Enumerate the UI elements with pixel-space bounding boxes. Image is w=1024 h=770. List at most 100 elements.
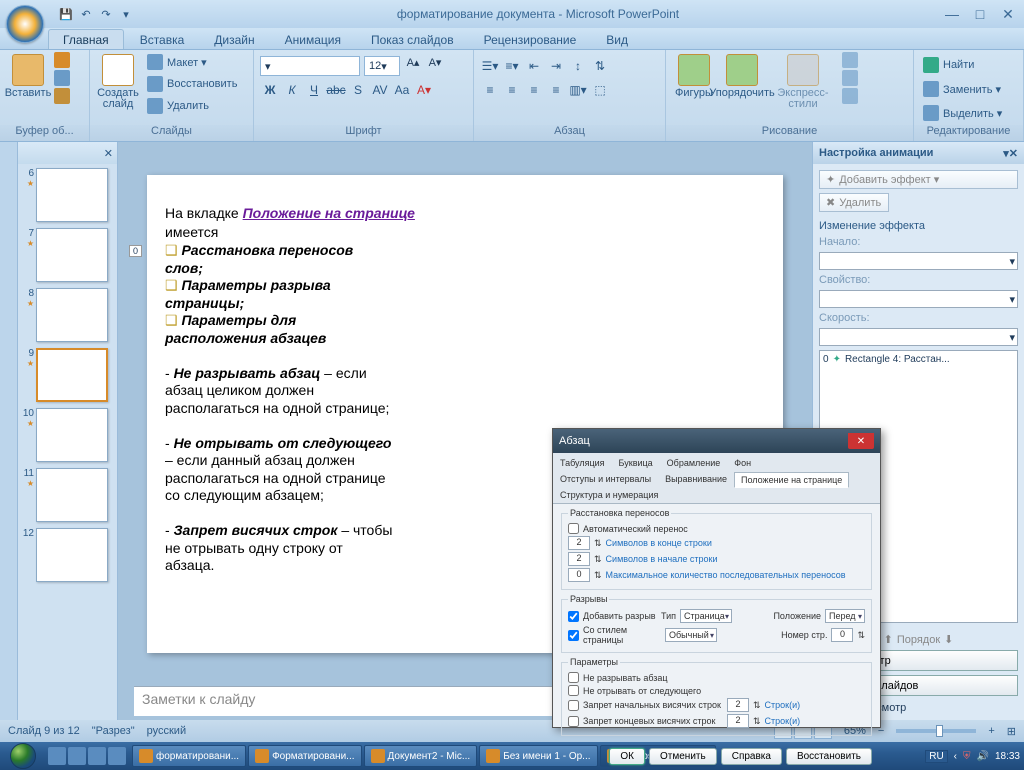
no-split-checkbox[interactable] [568, 672, 579, 683]
close-icon[interactable]: ✕ [998, 6, 1018, 22]
start-select[interactable]: ▾ [819, 252, 1018, 270]
dlg-tab-background[interactable]: Фон [727, 455, 758, 471]
dlg-tab-dropcap[interactable]: Буквица [612, 455, 660, 471]
ql-icon[interactable] [48, 747, 66, 765]
redo-icon[interactable]: ↷ [98, 6, 114, 22]
copy-icon[interactable] [54, 70, 70, 86]
delete-slide-button[interactable]: Удалить [144, 97, 240, 115]
pane-close-icon[interactable]: ✕ [1009, 147, 1018, 160]
effect-item[interactable]: 0 ✦ Rectangle 4: Расстан... [822, 353, 1015, 366]
tab-design[interactable]: Дизайн [200, 30, 268, 49]
numbering-icon[interactable]: ≡▾ [502, 56, 522, 76]
maximize-icon[interactable]: □ [970, 6, 990, 22]
tray-chevron-icon[interactable]: ‹ [954, 751, 957, 762]
add-break-checkbox[interactable] [568, 611, 579, 622]
tray-shield-icon[interactable]: ⛨ [963, 751, 971, 762]
property-select[interactable]: ▾ [819, 290, 1018, 308]
keep-next-checkbox[interactable] [568, 685, 579, 696]
reorder-down-icon[interactable]: ⬇ [944, 633, 953, 646]
smartart-icon[interactable]: ⬚ [590, 80, 610, 100]
tab-insert[interactable]: Вставка [126, 30, 199, 49]
slide-thumbnail[interactable] [36, 408, 108, 462]
zoom-slider[interactable] [896, 729, 976, 733]
taskbar-button[interactable]: Форматировани... [248, 745, 361, 767]
widow-checkbox[interactable] [568, 716, 579, 727]
tab-view[interactable]: Вид [592, 30, 642, 49]
tab-review[interactable]: Рецензирование [470, 30, 591, 49]
slide-thumbnail[interactable] [36, 528, 108, 582]
case-button[interactable]: Aa [392, 80, 412, 100]
widow-field[interactable]: 2 [727, 714, 749, 728]
shape-fill-icon[interactable] [842, 52, 858, 68]
break-pos-select[interactable]: Перед [825, 609, 865, 623]
align-center-icon[interactable]: ≡ [502, 80, 522, 100]
ql-icon[interactable] [68, 747, 86, 765]
bold-button[interactable]: Ж [260, 80, 280, 100]
underline-button[interactable]: Ч [304, 80, 324, 100]
slide-editor[interactable]: 0 На вкладке Положение на странице имеет… [147, 175, 783, 653]
dialog-titlebar[interactable]: Абзац ✕ [553, 429, 880, 453]
dlg-tab-outline[interactable]: Структура и нумерация [553, 487, 665, 503]
indent-inc-icon[interactable]: ⇥ [546, 56, 566, 76]
align-left-icon[interactable]: ≡ [480, 80, 500, 100]
ok-button[interactable]: ОК [609, 748, 645, 765]
align-right-icon[interactable]: ≡ [524, 80, 544, 100]
reset-button[interactable]: Восстановить [144, 75, 240, 93]
lang-indicator[interactable]: RU [925, 750, 947, 763]
spacing-button[interactable]: AV [370, 80, 390, 100]
font-color-button[interactable]: A▾ [414, 80, 434, 100]
outline-tab-strip[interactable] [0, 142, 18, 720]
format-painter-icon[interactable] [54, 88, 70, 104]
align-justify-icon[interactable]: ≡ [546, 80, 566, 100]
help-button[interactable]: Справка [721, 748, 782, 765]
chars-end-field[interactable]: 2 [568, 536, 590, 550]
auto-hyphen-checkbox[interactable] [568, 523, 579, 534]
tab-animation[interactable]: Анимация [271, 30, 355, 49]
italic-button[interactable]: К [282, 80, 302, 100]
dialog-close-icon[interactable]: ✕ [848, 433, 874, 449]
tab-slideshow[interactable]: Показ слайдов [357, 30, 468, 49]
orphan-field[interactable]: 2 [727, 698, 749, 712]
slide-thumbnail[interactable] [36, 228, 108, 282]
with-style-checkbox[interactable] [568, 630, 579, 641]
slide-thumbnail[interactable] [36, 288, 108, 342]
page-num-field[interactable]: 0 [831, 628, 853, 642]
grow-font-icon[interactable]: A▴ [404, 56, 422, 76]
line-spacing-icon[interactable]: ↕ [568, 56, 588, 76]
quick-styles-button[interactable]: Экспресс-стили [768, 52, 838, 112]
save-icon[interactable]: 💾 [58, 6, 74, 22]
minimize-icon[interactable]: — [942, 6, 962, 22]
cancel-button[interactable]: Отменить [649, 748, 717, 765]
columns-icon[interactable]: ▥▾ [568, 80, 588, 100]
cut-icon[interactable] [54, 52, 70, 68]
slide-thumbnail[interactable] [36, 168, 108, 222]
ql-icon[interactable] [88, 747, 106, 765]
paste-button[interactable]: Вставить [6, 52, 50, 101]
language-indicator[interactable]: русский [147, 725, 186, 737]
shape-effects-icon[interactable] [842, 88, 858, 104]
remove-effect-button[interactable]: ✖Удалить [819, 193, 889, 212]
shrink-font-icon[interactable]: A▾ [426, 56, 444, 76]
new-slide-button[interactable]: Создать слайд [96, 52, 140, 112]
reset-dialog-button[interactable]: Восстановить [786, 748, 872, 765]
orphan-checkbox[interactable] [568, 700, 579, 711]
strike-button[interactable]: abc [326, 80, 346, 100]
dlg-tab-border[interactable]: Обрамление [660, 455, 728, 471]
speed-select[interactable]: ▾ [819, 328, 1018, 346]
break-type-select[interactable]: Страница [680, 609, 732, 623]
find-button[interactable]: Найти [920, 56, 1005, 74]
slide-thumbnail[interactable] [36, 468, 108, 522]
dlg-tab-indents[interactable]: Отступы и интервалы [553, 471, 658, 487]
zoom-in-icon[interactable]: + [988, 725, 994, 737]
fit-window-icon[interactable]: ⊞ [1007, 725, 1016, 738]
clock[interactable]: 18:33 [995, 751, 1020, 762]
indent-dec-icon[interactable]: ⇤ [524, 56, 544, 76]
taskbar-button[interactable]: Документ2 - Mic... [364, 745, 478, 767]
font-family-combo[interactable]: ▾ [260, 56, 360, 76]
arrange-button[interactable]: Упорядочить [720, 52, 764, 101]
font-size-combo[interactable]: 12 ▾ [364, 56, 400, 76]
slide-thumbnail[interactable] [36, 348, 108, 402]
ql-icon[interactable] [108, 747, 126, 765]
start-button[interactable] [4, 742, 42, 770]
qat-dropdown-icon[interactable]: ▾ [118, 6, 134, 22]
